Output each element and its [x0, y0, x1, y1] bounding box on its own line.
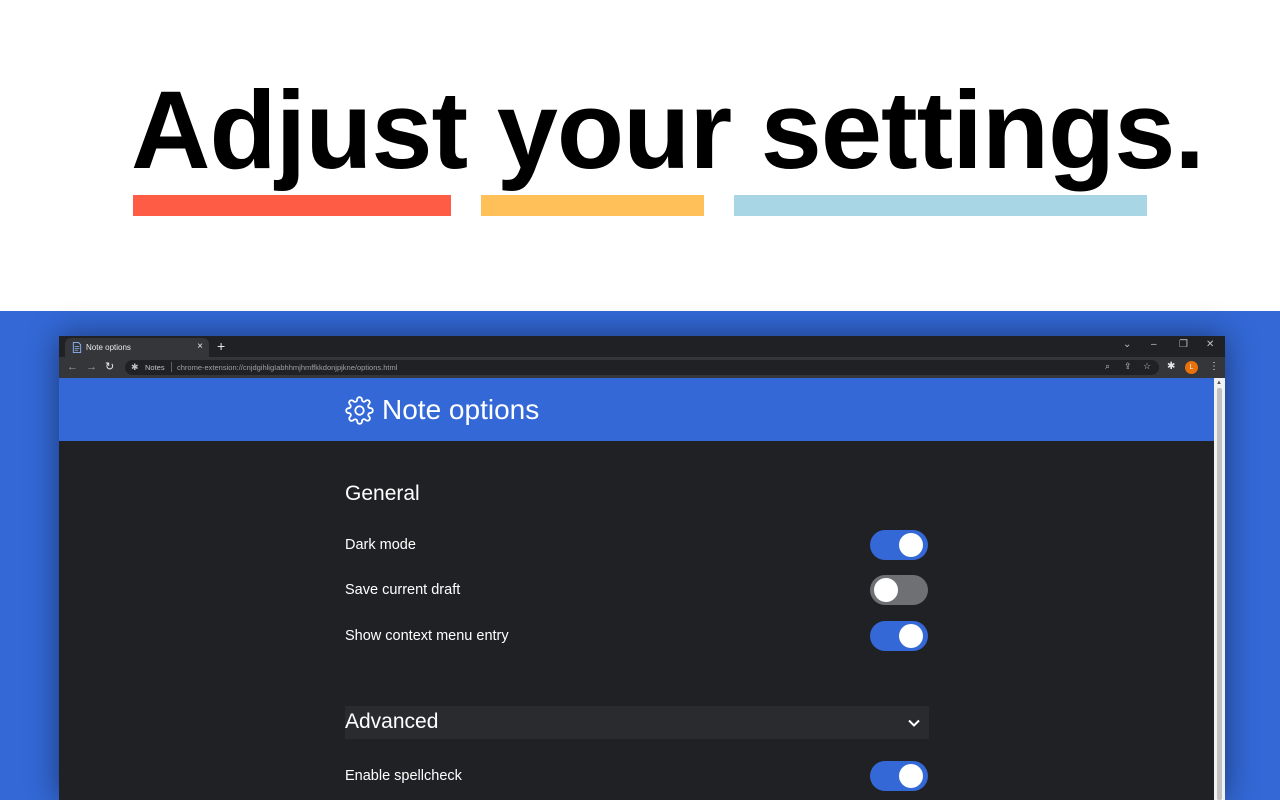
underline-bar-yellow: [481, 195, 704, 216]
browser-window: Note options × + ⌄ – ❐ ✕ ← → ↻ ✱ Notes c…: [59, 336, 1225, 800]
new-tab-button[interactable]: +: [217, 338, 225, 354]
setting-label-save-draft: Save current draft: [345, 582, 461, 598]
browser-toolbar: ← → ↻ ✱ Notes chrome-extension://cnjdgih…: [59, 357, 1225, 378]
page-title: Note options: [382, 394, 540, 425]
extensions-icon[interactable]: ✱: [1167, 361, 1175, 373]
extension-chip: Notes: [145, 363, 165, 372]
close-window-icon[interactable]: ✕: [1206, 338, 1214, 352]
setting-label-context-menu: Show context menu entry: [345, 628, 509, 644]
page-header: Note options: [59, 378, 1214, 441]
back-icon[interactable]: ←: [67, 361, 78, 373]
underline-bar-blue: [734, 195, 1147, 216]
underline-bar-red: [133, 195, 451, 216]
context-menu-toggle[interactable]: [870, 621, 928, 651]
zoom-icon[interactable]: ⌕: [1105, 361, 1110, 372]
tab-note-options[interactable]: Note options ×: [65, 338, 209, 357]
scrollbar-thumb[interactable]: [1217, 388, 1222, 800]
share-icon[interactable]: ⇪: [1124, 361, 1132, 372]
toggle-knob: [874, 578, 898, 602]
avatar[interactable]: L: [1185, 361, 1198, 374]
reload-icon[interactable]: ↻: [105, 361, 114, 373]
tab-search-icon[interactable]: ⌄: [1123, 338, 1131, 352]
save-draft-toggle[interactable]: [870, 575, 928, 605]
page-scrollbar[interactable]: ▲: [1214, 378, 1225, 800]
dark-mode-toggle[interactable]: [870, 530, 928, 560]
setting-label-spellcheck: Enable spellcheck: [345, 768, 462, 784]
setting-label-dark-mode: Dark mode: [345, 537, 416, 553]
hero-banner: Adjust your settings.: [0, 0, 1280, 311]
section-title-general: General: [345, 482, 420, 505]
gear-icon: [345, 396, 374, 425]
toggle-knob: [899, 764, 923, 788]
restore-icon[interactable]: ❐: [1179, 338, 1188, 352]
minimize-icon[interactable]: –: [1151, 338, 1157, 352]
options-page: Note options General Dark mode Save curr…: [59, 378, 1214, 800]
headline: Adjust your settings.: [131, 69, 1205, 192]
address-separator: [171, 362, 172, 372]
advanced-section-header[interactable]: Advanced: [345, 706, 929, 739]
document-icon: [72, 342, 82, 353]
toggle-knob: [899, 533, 923, 557]
url-text[interactable]: chrome-extension://cnjdgihligIabhhmjhmff…: [177, 363, 397, 372]
tab-strip: Note options × + ⌄ – ❐ ✕: [59, 336, 1225, 357]
menu-kebab-icon[interactable]: ⋮: [1209, 361, 1219, 373]
spellcheck-toggle[interactable]: [870, 761, 928, 791]
section-title-advanced: Advanced: [345, 710, 439, 733]
puzzle-icon: ✱: [131, 362, 139, 372]
toggle-knob: [899, 624, 923, 648]
bookmark-star-icon[interactable]: ☆: [1143, 361, 1151, 372]
tab-title: Note options: [86, 343, 131, 352]
scroll-up-icon[interactable]: ▲: [1216, 380, 1222, 386]
forward-icon[interactable]: →: [86, 361, 97, 373]
tab-close-icon[interactable]: ×: [197, 341, 203, 352]
chevron-down-icon: [908, 719, 920, 727]
address-bar[interactable]: ✱ Notes chrome-extension://cnjdgihligIab…: [125, 360, 1159, 375]
